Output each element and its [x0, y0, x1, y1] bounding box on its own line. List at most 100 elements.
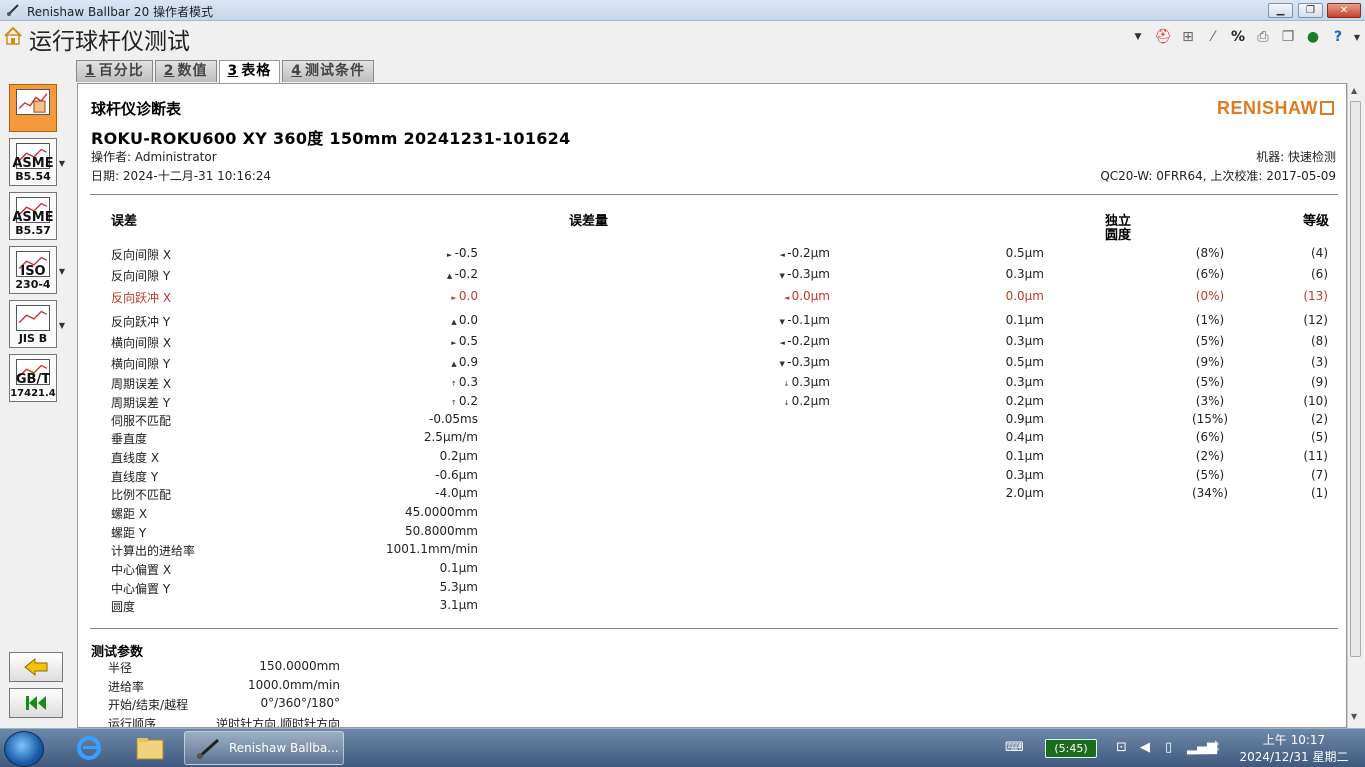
value-text: 1001.1mm/min — [385, 542, 478, 556]
percent-icon[interactable]: % — [1228, 27, 1248, 47]
error-name: 圆度 — [111, 600, 136, 614]
clock-time: 上午 10:17 — [1262, 733, 1326, 747]
error-name: 周期误差 Y — [111, 396, 171, 410]
machine-icon[interactable]: ⊞ — [1178, 27, 1198, 47]
alarm-icon[interactable]: ⛑ — [1153, 27, 1173, 47]
gbt-17421-4-button[interactable]: GB/T 17421.4 — [9, 354, 57, 402]
error-value: 5.3μm — [358, 580, 478, 594]
direction-arrow-icon: ▲ — [451, 360, 457, 368]
asme-b557-button[interactable]: ASME B5.57 — [9, 192, 57, 240]
tab-number: 3 — [227, 63, 239, 79]
independent-roundness: 0.3μm — [1005, 375, 1044, 389]
dropdown-arrow-icon[interactable]: ▼ — [59, 321, 65, 330]
dropdown-arrow-icon[interactable]: ▼ — [1128, 27, 1148, 47]
help-icon[interactable]: ? — [1328, 27, 1348, 47]
vertical-scrollbar[interactable]: ▲ ▼ — [1347, 83, 1363, 728]
tab-table[interactable]: 3 表格 — [218, 60, 281, 83]
error-value: 0.1μm — [358, 561, 478, 575]
roundness-percent: (5%) — [1195, 375, 1225, 389]
toolbar: ▼ ⛑ ⊞ ⁄ % ⎙ ❐ ● ? ▼ — [1128, 25, 1361, 49]
error-name: 横向间隙 Y — [111, 357, 171, 371]
ie-icon[interactable] — [72, 732, 106, 764]
error-name: 计算出的进给率 — [111, 544, 196, 558]
dropdown-arrow-icon[interactable]: ▼ — [59, 267, 65, 276]
param-value: 150.0000mm — [259, 659, 340, 673]
scroll-up-icon[interactable]: ▲ — [1351, 86, 1357, 95]
error-value-secondary: ↓ 0.3μm — [710, 375, 830, 389]
standard-label: ISO — [20, 264, 46, 279]
standard-number: 17421.4 — [10, 388, 56, 399]
bluetooth-icon[interactable]: ᛒ — [1213, 740, 1221, 755]
rank-value: (6) — [1311, 267, 1328, 281]
analysis-sidebar: ASME B5.54 ▼ ASME B5.57 ISO 230-4 ▼ JIS … — [0, 82, 70, 728]
system-clock[interactable]: 上午 10:17 2024/12/31 星期二 — [1236, 732, 1352, 766]
rewind-button[interactable] — [9, 688, 63, 718]
globe-icon[interactable]: ● — [1303, 27, 1323, 47]
direction-arrow-icon: ▲ — [451, 318, 457, 326]
tab-label: 表格 — [241, 63, 272, 79]
direction-arrow-icon: ▼ — [779, 318, 785, 326]
independent-roundness: 0.1μm — [1005, 449, 1044, 463]
error-value-secondary: ↓ 0.2μm — [710, 394, 830, 408]
scroll-down-icon[interactable]: ▼ — [1351, 712, 1357, 721]
standard-label: ASME — [12, 156, 54, 171]
close-button[interactable]: ✕ — [1327, 3, 1361, 18]
asme-b554-button[interactable]: ASME B5.54 ▼ — [9, 138, 65, 186]
error-name: 反向跃冲 Y — [111, 315, 171, 329]
taskbar-task-ballbar[interactable]: Renishaw Ballba... — [184, 731, 344, 765]
tab-percent[interactable]: 1 百分比 — [76, 60, 153, 82]
home-icon[interactable] — [3, 26, 23, 46]
direction-arrow-icon: ▲ — [446, 272, 453, 280]
battery-indicator[interactable]: (5:45) — [1045, 739, 1097, 758]
error-value-secondary: ▼ -0.3μm — [710, 267, 830, 281]
iso-230-4-button[interactable]: ISO 230-4 ▼ — [9, 246, 65, 294]
calibrate-icon[interactable]: ⁄ — [1203, 27, 1223, 47]
start-button[interactable] — [4, 731, 44, 767]
roundness-percent: (5%) — [1195, 468, 1225, 482]
keyboard-icon[interactable]: ⌨ — [1005, 740, 1024, 755]
rank-value: (11) — [1303, 449, 1328, 463]
error-value: ↑ 0.2 — [358, 394, 478, 408]
error-value: ▲ -0.2 — [358, 267, 478, 281]
scroll-thumb[interactable] — [1350, 101, 1361, 657]
value-text: -0.05ms — [429, 412, 478, 426]
volume-icon[interactable]: ◀ — [1140, 740, 1150, 755]
error-name: 比例不匹配 — [111, 488, 172, 502]
error-value-secondary: ▼ -0.1μm — [710, 313, 830, 327]
error-value: ▲ 0.9 — [358, 355, 478, 369]
value-text: 0.3 — [458, 375, 478, 389]
error-value-secondary: ◄ 0.0μm — [710, 289, 830, 303]
print-icon[interactable]: ⎙ — [1253, 27, 1273, 47]
back-button[interactable] — [9, 652, 63, 682]
copy-icon[interactable]: ❐ — [1278, 27, 1298, 47]
rewind-icon — [26, 696, 46, 710]
independent-roundness: 0.5μm — [1005, 355, 1044, 369]
value-text: 0.5 — [458, 334, 478, 348]
roundness-percent: (1%) — [1195, 313, 1225, 327]
error-name: 周期误差 X — [111, 377, 172, 391]
error-value: -4.0μm — [358, 486, 478, 500]
dropdown-arrow-icon[interactable]: ▼ — [59, 159, 65, 168]
minimize-button[interactable]: ▁ — [1268, 3, 1293, 18]
error-name: 反向跃冲 X — [111, 291, 172, 305]
rank-value: (1) — [1311, 486, 1328, 500]
help-dropdown-icon[interactable]: ▼ — [1353, 27, 1361, 47]
tab-strip: 1 百分比 2 数值 3 表格 4 测试条件 — [76, 60, 374, 83]
maximize-button[interactable]: ❐ — [1298, 3, 1323, 18]
value-text: 50.8000mm — [404, 524, 478, 538]
value-text: -0.5 — [454, 246, 478, 260]
rank-value: (13) — [1303, 289, 1328, 303]
error-name: 反向间隙 Y — [111, 269, 171, 283]
independent-roundness: 0.3μm — [1005, 468, 1044, 482]
power-icon[interactable]: ▯ — [1165, 740, 1172, 755]
network-share-icon[interactable]: ⊡ — [1116, 740, 1127, 755]
tab-number: 2 — [163, 63, 175, 79]
tab-test-conditions[interactable]: 4 测试条件 — [282, 60, 374, 82]
rank-value: (2) — [1311, 412, 1328, 426]
tab-values[interactable]: 2 数值 — [154, 60, 217, 82]
clock-date: 2024/12/31 星期二 — [1239, 750, 1349, 764]
error-value-secondary: ◄ -0.2μm — [710, 334, 830, 348]
jis-b-button[interactable]: JIS B ▼ — [9, 300, 65, 348]
explorer-icon[interactable] — [133, 732, 167, 764]
diagnostics-button[interactable] — [9, 84, 57, 132]
